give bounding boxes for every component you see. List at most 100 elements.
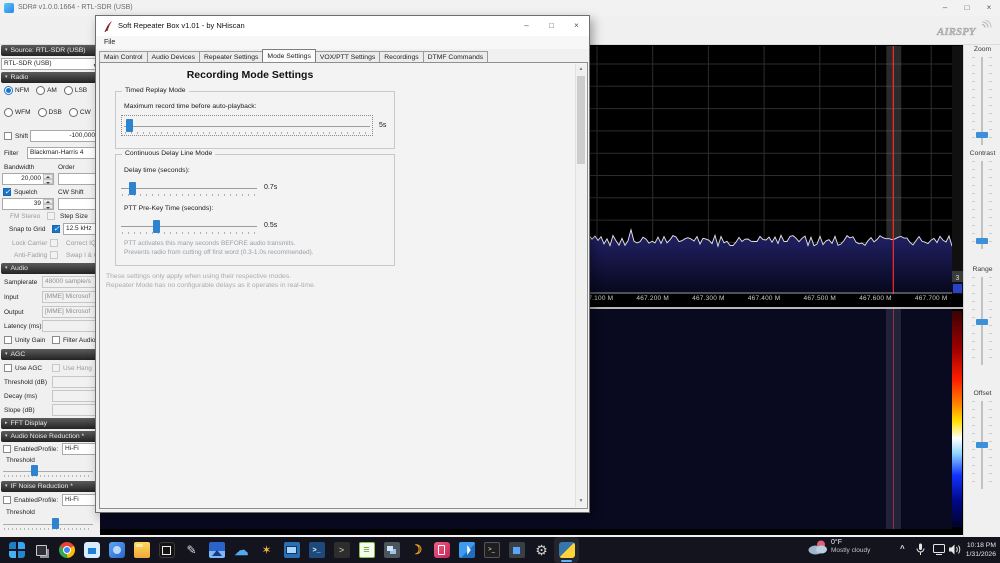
taskbar-icon-file-explorer[interactable] [129,537,154,563]
close-button[interactable]: × [978,0,1000,16]
dialog-tab-audio-devices[interactable]: Audio Devices [147,51,200,62]
source-device-select[interactable]: RTL-SDR (USB)▾ [1,58,98,70]
taskbar-icon-remote-desktop[interactable] [379,537,404,563]
audio-input-select[interactable]: [MME] Microsof [42,291,100,303]
microphone-icon[interactable] [916,543,925,558]
menu-item-file[interactable]: File [104,39,115,46]
clock[interactable]: 10:18 PM 1/31/2026 [966,541,996,559]
mode-radio-nfm[interactable]: NFM [4,86,29,95]
taskbar-icon-media-player[interactable] [154,537,179,563]
pc-app-icon [284,542,300,558]
inr-threshold-slider[interactable] [3,518,93,530]
contrast-slider[interactable] [972,161,992,249]
taskbar-icon-start[interactable] [4,537,29,563]
mode-radio-dsb[interactable]: DSB [38,108,62,117]
panel-header-radio[interactable]: ▾Radio [1,72,99,83]
taskbar-icon-cmd[interactable] [479,537,504,563]
taskbar-icon-sparkle[interactable] [254,537,279,563]
ptt-prekey-slider[interactable] [119,217,259,235]
delay-time-slider[interactable] [119,179,259,197]
taskbar-icon-settings[interactable] [529,537,554,563]
panel-header-audio-noise-reduction[interactable]: ▾Audio Noise Reduction * [1,431,99,442]
audio-output-select[interactable]: [MME] Microsof [42,306,100,318]
filter-select[interactable]: Blackman-Harris 4 [27,147,100,159]
weather-widget[interactable]: 0°F Mostly cloudy [808,539,870,555]
taskbar-icon-onedrive[interactable] [229,537,254,563]
dialog-scrollbar[interactable]: ▲ ▼ [575,64,586,507]
taskbar-icon-phone-link[interactable] [429,537,454,563]
taskbar-icon-crescent[interactable] [404,537,429,563]
taskbar-icon-powershell[interactable] [304,537,329,563]
dialog-tab-repeater-settings[interactable]: Repeater Settings [199,51,263,62]
volume-icon[interactable] [949,544,961,557]
taskbar-icon-chrome[interactable] [54,537,79,563]
agc-slope-input[interactable] [52,404,100,416]
taskbar-icon-gallery[interactable] [204,537,229,563]
taskbar-icon-pen[interactable] [179,537,204,563]
tuning-line[interactable] [893,309,894,529]
spinner-arrows-icon[interactable] [43,199,53,209]
cw-shift-input[interactable] [58,198,100,210]
dialog-tab-mode-settings[interactable]: Mode Settings [262,49,315,62]
range-slider[interactable] [972,277,992,365]
bandwidth-stepper[interactable]: 20,000 [2,173,54,185]
maximize-button[interactable]: □ [956,0,978,16]
anr-profile-select[interactable]: Hi-Fi [62,443,96,455]
max-record-time-slider[interactable] [121,115,373,136]
mode-radio-cw[interactable]: CW [69,108,91,117]
filter-audio-checkbox[interactable]: Filter Audio [52,336,96,344]
dialog-titlebar[interactable]: Soft Repeater Box v1.01 - by NHiscan – □… [96,16,589,36]
taskbar-icon-panel-app[interactable] [504,537,529,563]
use-agc-checkbox[interactable]: Use AGC [4,364,42,372]
scroll-up-icon[interactable]: ▲ [576,64,586,75]
latency-input[interactable] [42,320,98,332]
squelch-stepper[interactable]: 39 [2,198,54,210]
order-stepper[interactable] [58,173,100,185]
dialog-tab-dtmf-commands[interactable]: DTMF Commands [423,51,489,62]
taskbar-icon-vscode[interactable] [454,537,479,563]
shift-input[interactable]: -100,000 [30,130,100,142]
dialog-maximize-button[interactable]: □ [539,16,564,32]
taskbar-icon-ms-store[interactable] [79,537,104,563]
dialog-tab-main-control[interactable]: Main Control [99,51,148,62]
taskbar-icon-python[interactable] [554,537,579,563]
dialog-minimize-button[interactable]: – [514,16,539,32]
dialog-close-button[interactable]: × [564,16,589,32]
network-icon[interactable] [933,544,945,557]
panel-header-fft-display[interactable]: ▸FFT Display [1,418,99,429]
agc-threshold-input[interactable] [52,376,100,388]
dialog-tabstrip: Main ControlAudio DevicesRepeater Settin… [99,49,487,62]
taskbar-icon-terminal[interactable] [329,537,354,563]
agc-decay-input[interactable] [52,390,100,402]
mode-radio-lsb[interactable]: LSB [64,86,87,95]
inr-enabled-checkbox[interactable]: Enabled [3,496,38,504]
taskbar-icon-photos[interactable] [104,537,129,563]
panel-header-source[interactable]: ▾Source: RTL-SDR (USB) [1,45,99,56]
panel-header-audio[interactable]: ▾Audio [1,263,99,274]
taskbar-icon-task-view[interactable] [29,537,54,563]
anr-enabled-checkbox[interactable]: Enabled [3,445,38,453]
spinner-arrows-icon[interactable] [43,174,53,184]
unity-gain-checkbox[interactable]: Unity Gain [4,336,45,344]
zoom-slider[interactable] [972,57,992,145]
scrollbar-thumb[interactable] [577,76,585,164]
taskbar-icon-pc-app[interactable] [279,537,304,563]
inr-profile-select[interactable]: Hi-Fi [62,494,96,506]
mode-radio-wfm[interactable]: WFM [4,108,31,117]
snap-to-grid-checkbox[interactable] [52,225,60,233]
squelch-checkbox[interactable]: Squelch [3,188,38,196]
taskbar-icon-notepad[interactable] [354,537,379,563]
soft-repeater-box-dialog[interactable]: Soft Repeater Box v1.01 - by NHiscan – □… [95,15,590,513]
dialog-tab-recordings[interactable]: Recordings [379,51,423,62]
offset-slider[interactable] [972,401,992,489]
panel-header-if-noise-reduction[interactable]: ▾IF Noise Reduction * [1,481,99,492]
samplerate-select[interactable]: 48000 sample/s [42,276,100,288]
tray-chevron-up-icon[interactable]: ^ [900,544,905,553]
mode-radio-am[interactable]: AM [36,86,57,95]
shift-checkbox[interactable]: Shift [4,132,28,140]
anr-threshold-slider[interactable] [3,465,93,477]
dialog-tab-vox-ptt-settings[interactable]: VOX/PTT Settings [315,51,380,62]
scroll-down-icon[interactable]: ▼ [576,496,586,507]
panel-header-agc[interactable]: ▾AGC [1,349,99,360]
minimize-button[interactable]: – [934,0,956,16]
